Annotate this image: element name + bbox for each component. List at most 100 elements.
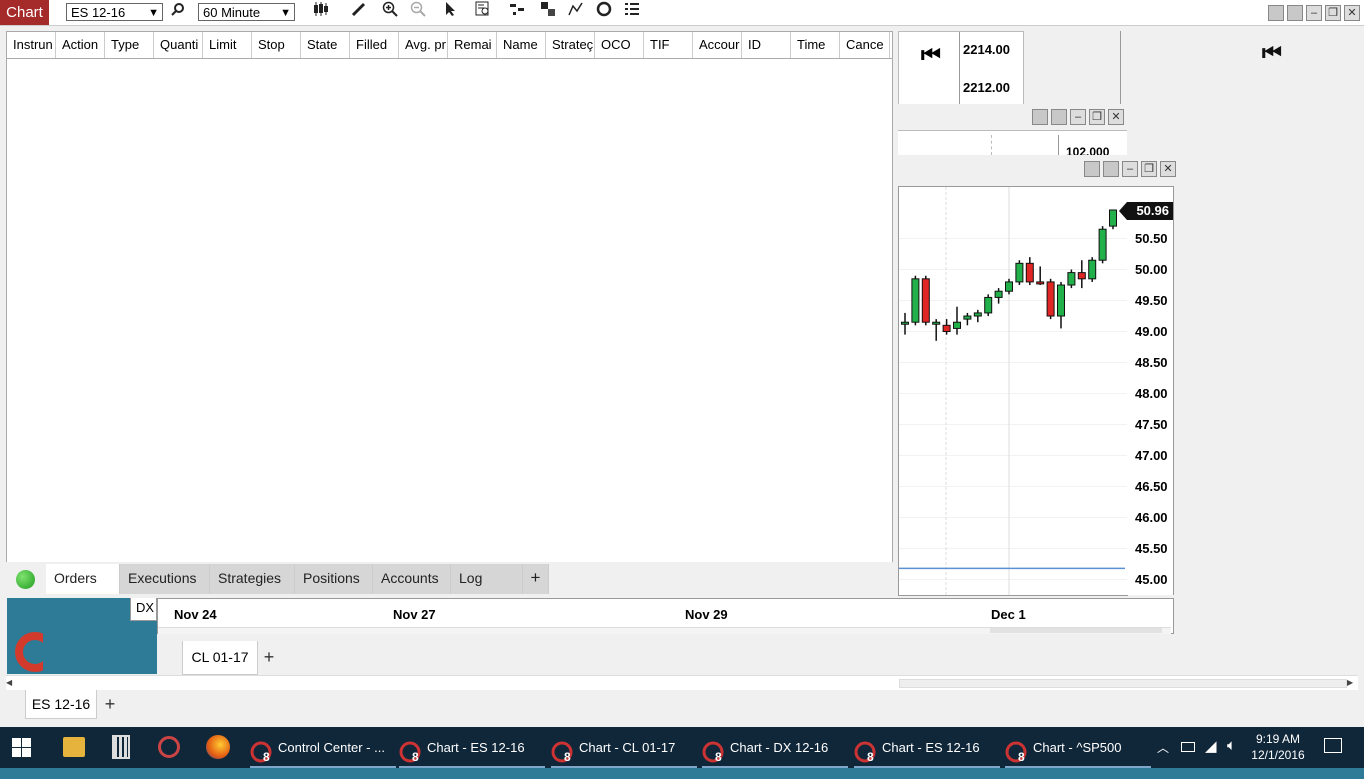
strategy-icon[interactable]	[537, 1, 559, 23]
dx-chart-window-header: – ❐ ✕	[898, 104, 1127, 131]
taskbar-item[interactable]: 8 Chart - ^SP500	[1005, 727, 1151, 768]
notification-icon[interactable]	[1324, 738, 1342, 753]
y-tick-label: 49.00	[1135, 323, 1168, 339]
column-header[interactable]: Type	[105, 32, 154, 58]
pin-button[interactable]	[1287, 5, 1303, 21]
ccleaner-icon[interactable]	[15, 632, 43, 672]
restore-icon[interactable]: ❐	[1089, 109, 1105, 125]
tab-cl[interactable]: CL 01-17	[182, 641, 258, 675]
search-icon[interactable]	[167, 1, 189, 23]
indicator-icon[interactable]	[565, 1, 587, 23]
scroll-left-icon[interactable]: ◀	[6, 678, 12, 687]
tab-es[interactable]: ES 12-16	[25, 690, 97, 719]
column-header[interactable]: ID	[742, 32, 791, 58]
interval-selector[interactable]: 60 Minute ▼	[198, 3, 295, 21]
column-header[interactable]: Time	[791, 32, 840, 58]
volume-icon[interactable]: 🔈︎	[1227, 737, 1236, 754]
pin-button[interactable]	[1051, 109, 1067, 125]
chevron-up-icon[interactable]: ︿	[1157, 739, 1169, 756]
tab-log[interactable]: Log	[451, 564, 523, 594]
tab-executions[interactable]: Executions	[120, 564, 210, 594]
file-explorer-icon[interactable]	[63, 737, 85, 757]
minimize-icon[interactable]: –	[1306, 5, 1322, 21]
close-icon[interactable]: ✕	[1160, 161, 1176, 177]
scrollbar-thumb[interactable]	[899, 679, 1347, 688]
link-button[interactable]	[1032, 109, 1048, 125]
column-header[interactable]: Limit	[203, 32, 252, 58]
taskbar-item[interactable]: 8 Control Center - ...	[250, 727, 396, 768]
main-horizontal-scrollbar[interactable]: ◀ ▶	[6, 675, 1358, 690]
battery-icon[interactable]	[1181, 742, 1195, 752]
instrument-selector[interactable]: ES 12-16 ▼	[66, 3, 163, 21]
add-tab-button[interactable]: +	[259, 641, 279, 674]
restore-icon[interactable]: ❐	[1141, 161, 1157, 177]
scroll-right-icon[interactable]: ▶	[1347, 678, 1353, 687]
restore-icon[interactable]: ❐	[1325, 5, 1341, 21]
wifi-icon[interactable]: ◢	[1205, 737, 1217, 755]
skip-back-icon[interactable]: ⏮	[1262, 40, 1282, 66]
zoom-in-icon[interactable]	[379, 1, 401, 23]
column-header[interactable]: Filled	[350, 32, 399, 58]
zoom-out-icon[interactable]	[407, 1, 429, 23]
taskbar-item-label: Control Center - ...	[278, 740, 385, 755]
link-button[interactable]	[1084, 161, 1100, 177]
tab-positions[interactable]: Positions	[295, 564, 373, 594]
tab-strategies[interactable]: Strategies	[210, 564, 295, 594]
column-header[interactable]: Remai	[448, 32, 497, 58]
minimize-icon[interactable]: –	[1070, 109, 1086, 125]
column-header[interactable]: Avg. pr	[399, 32, 448, 58]
taskbar-item[interactable]: 8 Chart - ES 12-16	[854, 727, 1000, 768]
close-icon[interactable]: ✕	[1344, 5, 1360, 21]
calculator-icon[interactable]	[112, 735, 130, 759]
current-price-marker: 50.96	[1119, 202, 1173, 220]
tab-orders[interactable]: Orders	[46, 564, 120, 594]
scrollbar-thumb[interactable]	[990, 628, 1162, 633]
column-header[interactable]: Strateç	[546, 32, 595, 58]
price-axis[interactable]: 50.50 50.00 49.50 49.00 48.50 48.00 47.50 47.00…	[1119, 186, 1174, 595]
dx-tab[interactable]: DX	[130, 597, 157, 621]
grid-line	[991, 135, 992, 155]
orders-grid[interactable]: Instrun Action Type Quanti Limit Stop State Fil…	[6, 31, 893, 564]
column-header[interactable]: Accour	[693, 32, 742, 58]
column-header[interactable]: Stop	[252, 32, 301, 58]
chart-menu-button[interactable]: Chart	[0, 0, 49, 25]
link-button[interactable]	[1268, 5, 1284, 21]
cursor-icon[interactable]	[440, 1, 462, 23]
candlestick-chart	[899, 187, 1127, 595]
axis-divider	[1058, 135, 1059, 155]
bars-icon[interactable]	[506, 1, 528, 23]
column-header[interactable]: TIF	[644, 32, 693, 58]
snipping-tool-icon[interactable]	[158, 736, 180, 758]
pin-button[interactable]	[1103, 161, 1119, 177]
tab-accounts[interactable]: Accounts	[373, 564, 451, 594]
price-chart[interactable]	[898, 186, 1128, 596]
add-tab-button[interactable]: +	[100, 690, 120, 718]
taskbar-item[interactable]: 8 Chart - CL 01-17	[551, 727, 697, 768]
column-header[interactable]: Action	[56, 32, 105, 58]
taskbar-item[interactable]: 8 Chart - DX 12-16	[702, 727, 848, 768]
firefox-icon[interactable]	[206, 735, 230, 759]
reload-icon[interactable]	[593, 1, 615, 23]
windows-start-icon[interactable]	[12, 738, 31, 757]
taskbar-item[interactable]: 8 Chart - ES 12-16	[399, 727, 545, 768]
y-tick-label: 46.50	[1135, 478, 1168, 494]
column-header[interactable]: OCO	[595, 32, 644, 58]
y-tick-label: 47.00	[1135, 447, 1168, 463]
horizontal-scrollbar[interactable]	[158, 627, 1171, 634]
time-axis[interactable]: Nov 24 Nov 27 Nov 29 Dec 1	[157, 598, 1174, 634]
data-box-icon[interactable]	[472, 1, 494, 23]
skip-back-icon[interactable]: ⏮	[921, 42, 941, 68]
column-header[interactable]: Cance	[840, 32, 890, 58]
column-header[interactable]: Instrun	[7, 32, 56, 58]
list-icon[interactable]	[621, 1, 643, 23]
clock[interactable]: 9:19 AM 12/1/2016	[1248, 731, 1308, 763]
close-icon[interactable]: ✕	[1108, 109, 1124, 125]
column-header[interactable]: Quanti	[154, 32, 203, 58]
candlestick-icon[interactable]	[310, 1, 332, 23]
minimize-icon[interactable]: –	[1122, 161, 1138, 177]
add-tab-button[interactable]: +	[523, 564, 549, 594]
pencil-icon[interactable]	[348, 1, 370, 23]
column-header[interactable]: State	[301, 32, 350, 58]
clock-time: 9:19 AM	[1255, 732, 1301, 746]
column-header[interactable]: Name	[497, 32, 546, 58]
